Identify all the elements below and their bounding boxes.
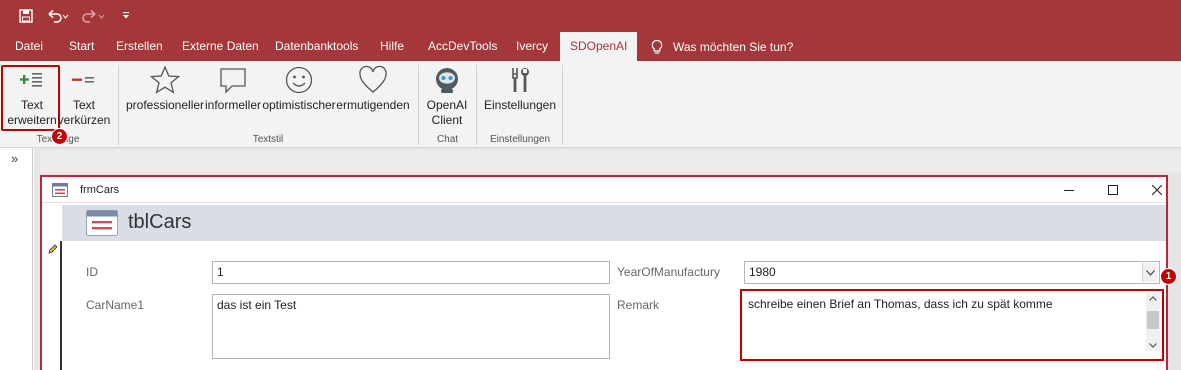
group-label-chat: Chat	[436, 134, 459, 145]
year-label: YearOfManufactury	[617, 265, 720, 279]
text-shorten-icon	[67, 63, 101, 97]
scrollbar-thumb[interactable]	[1147, 311, 1159, 329]
text-erweitern-button[interactable]: Text erweitern	[6, 63, 58, 128]
optimistischer-button[interactable]: optimistischer	[262, 63, 336, 113]
text-expand-icon	[15, 63, 49, 97]
scroll-down-icon[interactable]	[1146, 340, 1160, 350]
form-window-caption: frmCars	[80, 184, 120, 196]
tab-ivercy[interactable]: Ivercy	[516, 32, 548, 61]
tab-sdopenai[interactable]: SDOpenAI	[560, 32, 638, 61]
form-window-frmcars: frmCars tblCars ID 1 YearOfManufactury 1…	[40, 175, 1168, 370]
openai-client-label-1: OpenAI	[426, 98, 468, 112]
group-separator	[476, 65, 477, 145]
maximize-icon[interactable]	[1104, 181, 1122, 199]
customize-qat-icon[interactable]	[118, 6, 134, 26]
scroll-up-icon[interactable]	[1146, 294, 1160, 304]
professioneller-label: professioneller	[125, 98, 205, 112]
tell-me-label: Was möchten Sie tun?	[673, 39, 794, 54]
close-icon[interactable]	[1148, 181, 1166, 199]
undo-icon[interactable]	[44, 6, 72, 26]
star-icon	[148, 63, 182, 97]
tab-datenbanktools[interactable]: Datenbanktools	[275, 32, 358, 61]
save-icon[interactable]	[16, 6, 36, 26]
form-header-title: tblCars	[128, 211, 192, 233]
professioneller-button[interactable]: professioneller	[126, 63, 204, 113]
id-label: ID	[86, 265, 98, 279]
heart-icon	[356, 63, 390, 97]
lightbulb-icon	[650, 39, 664, 55]
einstellungen-button[interactable]: Einstellungen	[482, 63, 558, 113]
form-header: tblCars	[62, 205, 1166, 241]
tab-accdevtools[interactable]: AccDevTools	[428, 32, 497, 61]
carname-label: CarName1	[86, 298, 145, 312]
ermutigenden-button[interactable]: ermutigenden	[336, 63, 410, 113]
title-bar	[0, 0, 1181, 32]
robot-icon	[430, 63, 464, 97]
step-1-marker: 1	[1160, 268, 1177, 285]
tell-me-search[interactable]: Was möchten Sie tun?	[650, 32, 793, 61]
year-combobox[interactable]: 1980	[744, 261, 1160, 284]
tab-hilfe[interactable]: Hilfe	[380, 32, 404, 61]
year-value: 1980	[749, 265, 776, 279]
minimize-icon[interactable]	[1060, 181, 1078, 199]
einstellungen-label: Einstellungen	[483, 98, 557, 112]
remark-value: schreibe einen Brief an Thomas, dass ich…	[748, 297, 1053, 311]
ribbon-tabs: Datei Start Erstellen Externe Daten Date…	[0, 32, 1181, 61]
form-icon	[52, 183, 68, 200]
chevron-down-icon[interactable]	[1142, 263, 1158, 282]
openai-client-label-2: Client	[431, 113, 463, 127]
nav-expand-toggle[interactable]: »	[11, 151, 18, 166]
speech-bubble-icon	[216, 63, 250, 97]
ermutigenden-label: ermutigenden	[336, 98, 410, 112]
text-verkuerzen-label-1: Text	[72, 98, 95, 112]
text-verkuerzen-label-2: verkürzen	[57, 113, 111, 127]
document-tabs-strip	[40, 150, 1181, 172]
form-window-titlebar: frmCars	[42, 177, 1166, 203]
tab-erstellen[interactable]: Erstellen	[116, 32, 163, 61]
group-separator	[118, 65, 119, 145]
carname-field[interactable]: das ist ein Test	[212, 294, 610, 359]
group-label-einstellungen: Einstellungen	[489, 134, 551, 145]
table-icon	[86, 210, 118, 239]
remark-field[interactable]: schreibe einen Brief an Thomas, dass ich…	[740, 289, 1164, 361]
tab-start[interactable]: Start	[69, 32, 94, 61]
record-selector[interactable]	[42, 241, 62, 370]
informeller-label: informeller	[204, 98, 261, 112]
optimistischer-label: optimistischer	[262, 98, 336, 112]
navigation-pane: »	[0, 148, 33, 370]
remark-label: Remark	[617, 298, 660, 312]
text-verkuerzen-button[interactable]: Text verkürzen	[58, 63, 110, 128]
group-label-textstil: Textstil	[252, 134, 284, 145]
tab-datei[interactable]: Datei	[15, 32, 43, 61]
informeller-button[interactable]: informeller	[204, 63, 262, 113]
id-field[interactable]: 1	[212, 261, 610, 284]
remark-scrollbar[interactable]	[1146, 293, 1160, 351]
pencil-icon	[48, 243, 58, 257]
text-erweitern-label-1: Text	[20, 98, 43, 112]
redo-icon[interactable]	[80, 6, 108, 26]
openai-client-button[interactable]: OpenAI Client	[422, 63, 472, 128]
ribbon-panel: Text erweitern Text verkürzen Textlänge …	[0, 61, 1181, 148]
step-2-marker: 2	[51, 128, 68, 145]
group-separator	[418, 65, 419, 145]
group-separator	[562, 65, 563, 145]
tools-icon	[503, 63, 537, 97]
smiley-icon	[282, 63, 316, 97]
text-erweitern-label-2: erweitern	[7, 113, 57, 127]
tab-externe-daten[interactable]: Externe Daten	[182, 32, 259, 61]
